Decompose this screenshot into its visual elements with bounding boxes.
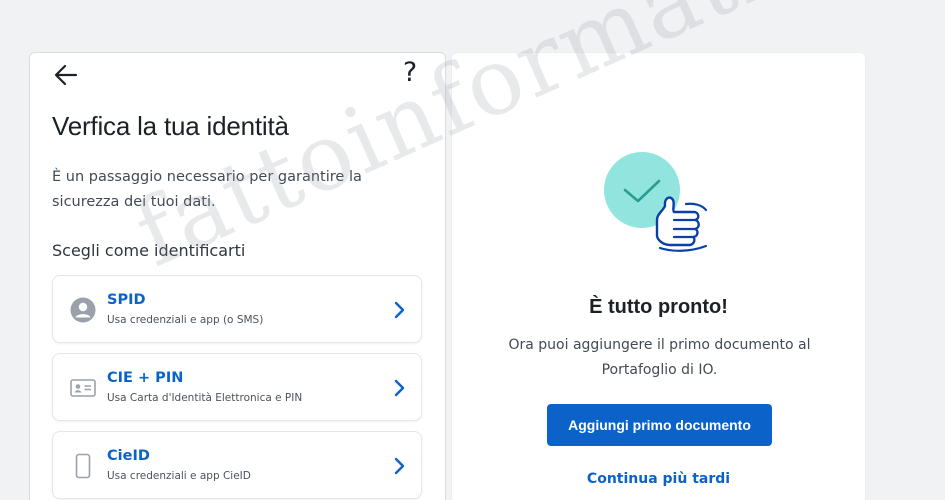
continue-later-link[interactable]: Continua più tardi (452, 471, 865, 487)
method-card-cie-pin[interactable]: CIE + PIN Usa Carta d'Identità Elettroni… (52, 353, 422, 421)
top-bar: ? (30, 53, 445, 97)
chevron-right-icon (394, 301, 405, 319)
back-arrow-icon[interactable] (52, 61, 80, 89)
section-title: Scegli come identificarti (52, 241, 246, 260)
method-description: Usa Carta d'Identità Elettronica e PIN (107, 392, 303, 404)
method-card-cieid[interactable]: CieID Usa credenziali e app CieID (52, 431, 422, 499)
page-subtitle: È un passaggio necessario per garantire … (52, 169, 362, 210)
thumbs-up-check-illustration (604, 152, 708, 252)
chevron-right-icon (394, 457, 405, 475)
smartphone-icon (75, 453, 91, 479)
page-title: Verfica la tua identità (52, 111, 289, 141)
method-title: SPID (107, 292, 146, 308)
method-title: CieID (107, 448, 150, 464)
add-first-document-button[interactable]: Aggiungi primo documento (547, 404, 772, 446)
method-description: Usa credenziali e app CieID (107, 470, 251, 482)
identity-verification-screen: ? Verfica la tua identità È un passaggio… (29, 52, 446, 500)
ready-title: È tutto pronto! (589, 296, 728, 318)
ready-description: Ora puoi aggiungere il primo documento a… (508, 337, 811, 378)
spid-icon (70, 297, 96, 323)
help-icon[interactable]: ? (398, 57, 422, 89)
chevron-right-icon (394, 379, 405, 397)
method-card-spid[interactable]: SPID Usa credenziali e app (o SMS) (52, 275, 422, 343)
method-title: CIE + PIN (107, 370, 184, 386)
id-card-icon (70, 379, 96, 397)
setup-complete-screen: È tutto pronto! Ora puoi aggiungere il p… (451, 52, 866, 500)
method-description: Usa credenziali e app (o SMS) (107, 314, 264, 326)
